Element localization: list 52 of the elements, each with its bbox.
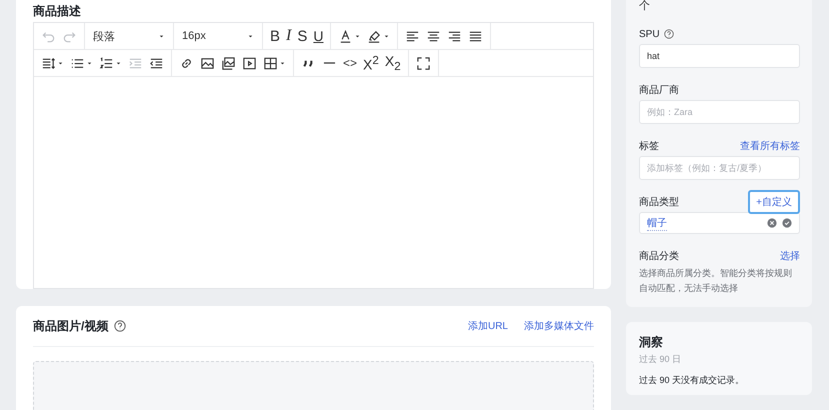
field-label: 商品分类 [639, 250, 679, 263]
field-link[interactable]: 选择 [780, 249, 800, 263]
field-label: 商品厂商 [639, 84, 679, 97]
bold-button[interactable]: B [267, 25, 284, 47]
insight-title: 洞察 [639, 334, 664, 351]
input-field[interactable]: hat [639, 44, 800, 68]
justify-icon [468, 28, 484, 44]
input-field[interactable]: 例如：Zara [639, 100, 800, 124]
field-label: SPU [639, 28, 660, 40]
dropdown-select[interactable]: 16px [178, 30, 258, 42]
rule-icon [323, 62, 336, 64]
code-button[interactable]: <> [340, 52, 360, 74]
table-icon [263, 56, 278, 70]
underline-button[interactable]: U [310, 25, 326, 47]
align-center-icon [426, 28, 442, 44]
section-title: 商品图片/视频 [33, 318, 108, 334]
field-description: 选择商品所属分类。智能分类将按规则自动匹配，无法手动选择 [639, 267, 793, 295]
outdent-icon [149, 56, 164, 70]
superscript-button[interactable]: X$^{2}$ [360, 52, 382, 74]
section-title: 商品描述 [33, 4, 82, 18]
field-label: 标签 [639, 140, 659, 153]
add-media-link[interactable]: 添加URL [468, 319, 508, 333]
fullscreen-icon [416, 56, 431, 70]
dropdown-select[interactable]: 段落 [89, 28, 169, 44]
insight-text: 过去 90 天没有成交记录。 [639, 374, 746, 387]
field-label: 商品类型 [639, 196, 679, 209]
help-icon[interactable] [664, 29, 674, 39]
align-left-icon [405, 28, 420, 44]
help-icon[interactable] [114, 320, 126, 332]
type-field[interactable]: 帽子 [639, 212, 800, 234]
caret-icon [247, 32, 254, 40]
strike-button[interactable]: S [294, 25, 310, 47]
clipped-text: 个 [639, 0, 651, 12]
numbered-list-icon [99, 56, 114, 70]
insight-period: 过去 90 日 [639, 353, 682, 366]
subscript-button[interactable]: X$_{2}$ [382, 52, 404, 74]
caret-icon [158, 32, 165, 40]
input-field[interactable]: 添加标签（例如：复古/夏季） [639, 156, 800, 180]
rich-text-editor[interactable]: 段落 16px B I S U <> X$^{2}$ X$_{2}$ [33, 22, 594, 289]
add-media-link[interactable]: 添加多媒体文件 [524, 319, 594, 333]
image-icon [200, 56, 215, 70]
italic-button[interactable]: I [283, 25, 294, 47]
line-height-icon [41, 56, 56, 70]
highlight-icon [367, 28, 382, 44]
gallery-icon [221, 56, 236, 70]
check-icon[interactable] [782, 218, 792, 228]
align-right-icon [447, 28, 462, 44]
indent-icon [128, 56, 143, 70]
field-link[interactable]: 查看所有标签 [740, 139, 800, 153]
video-icon [242, 56, 257, 70]
clear-icon[interactable] [767, 218, 777, 228]
custom-button[interactable]: +自定义 [748, 190, 800, 214]
